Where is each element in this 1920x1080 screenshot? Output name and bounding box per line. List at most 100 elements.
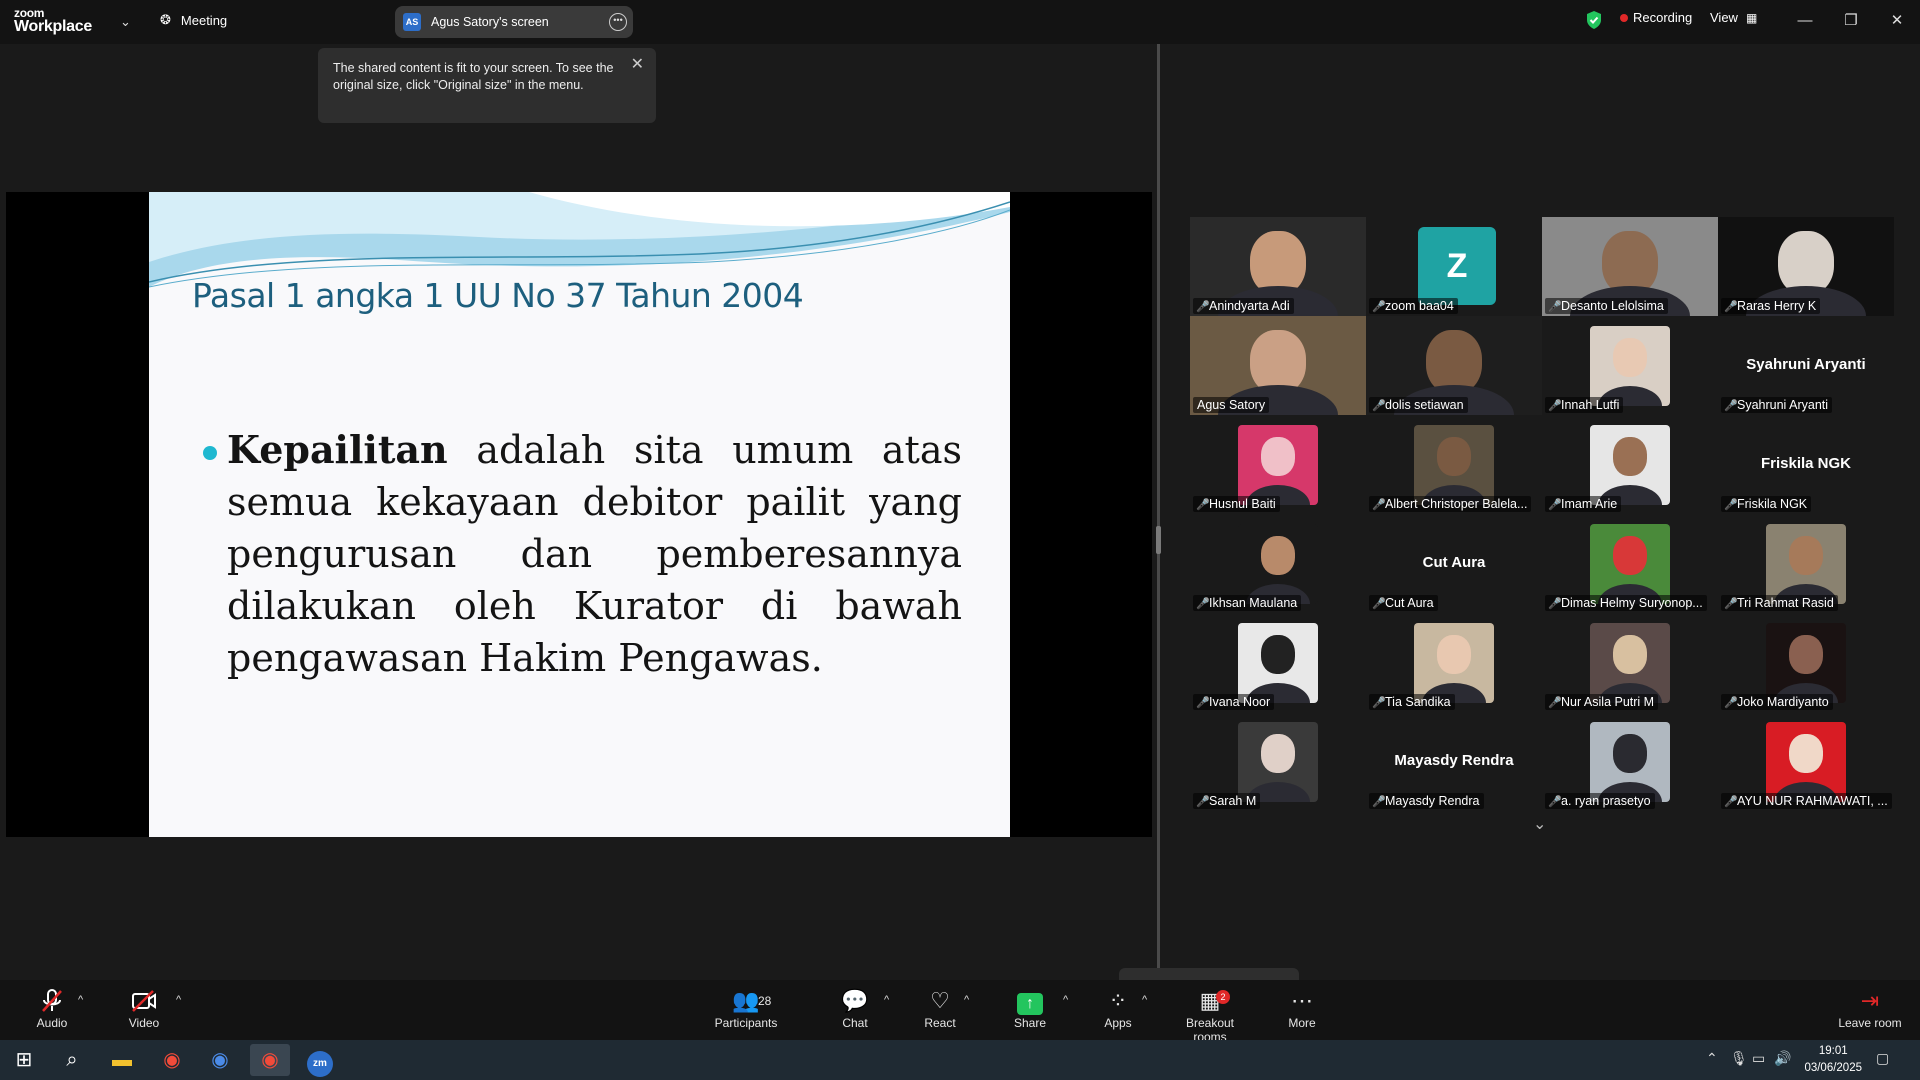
participant-name-label: 🎤 Cut Aura	[1369, 595, 1438, 611]
more-options-icon[interactable]: •••	[609, 13, 627, 31]
participant-tile[interactable]: 🎤 a. ryan prasetyo	[1542, 712, 1718, 811]
presentation-slide: Pasal 1 angka 1 UU No 37 Tahun 2004 Kepa…	[149, 192, 1010, 837]
participant-video	[1414, 623, 1494, 703]
notifications-icon[interactable]: ▢	[1876, 1050, 1889, 1067]
participant-tile[interactable]: 🎤 AYU NUR RAHMAWATI, ...	[1718, 712, 1894, 811]
participant-tile[interactable]: Mayasdy Rendra 🎤 Mayasdy Rendra	[1366, 712, 1542, 811]
close-icon[interactable]: ✕	[631, 56, 644, 73]
browser-icon[interactable]: ◉	[200, 1044, 240, 1076]
participant-name-label: 🎤 Imam Arie	[1545, 496, 1622, 512]
chevron-down-icon[interactable]: ⌄	[1533, 814, 1546, 834]
slide-bold-term: Kepailitan	[227, 427, 448, 472]
participant-tile[interactable]: 🎤 dolis setiawan	[1366, 316, 1542, 415]
person-silhouette	[1613, 338, 1647, 378]
participant-tile[interactable]: 🎤 Raras Herry K	[1718, 217, 1894, 316]
shared-screen-label: Agus Satory's screen	[431, 15, 549, 29]
participant-tile[interactable]: 🎤 Albert Christoper Balela...	[1366, 415, 1542, 514]
muted-mic-icon: 🎤	[1548, 697, 1562, 709]
react-options-caret[interactable]: ^	[964, 994, 969, 1006]
participant-name: Syahruni Aryanti	[1737, 398, 1829, 412]
person-silhouette	[1613, 635, 1647, 675]
participant-name-label: 🎤 Dimas Helmy Suryonop...	[1545, 595, 1707, 611]
microphone-tray-icon[interactable]: 🎙	[1730, 1050, 1748, 1067]
windows-start-icon[interactable]: ⊞	[4, 1044, 44, 1076]
participant-tile[interactable]: Z 🎤 zoom baa04	[1366, 217, 1542, 316]
shared-screen-pill[interactable]: AS Agus Satory's screen •••	[395, 6, 633, 38]
shared-screen-view[interactable]: Pasal 1 angka 1 UU No 37 Tahun 2004 Kepa…	[6, 192, 1152, 837]
participant-name: Nur Asila Putri M	[1561, 695, 1655, 709]
participant-tile[interactable]: 🎤 Tri Rahmat Rasid	[1718, 514, 1894, 613]
split-divider[interactable]	[1157, 44, 1160, 980]
search-icon[interactable]: ⌕	[52, 1044, 92, 1076]
participant-name: Desanto Lelolsima	[1561, 299, 1664, 313]
muted-mic-icon: 🎤	[1724, 301, 1738, 313]
participant-tile[interactable]: 🎤 Husnul Baiti	[1190, 415, 1366, 514]
participant-tile[interactable]: 🎤 Dimas Helmy Suryonop...	[1542, 514, 1718, 613]
participant-tile[interactable]: Cut Aura 🎤 Cut Aura	[1366, 514, 1542, 613]
participant-video	[1238, 722, 1318, 802]
participant-name: Ivana Noor	[1209, 695, 1271, 709]
volume-tray-icon[interactable]: 🔊	[1774, 1050, 1791, 1067]
network-tray-icon[interactable]: ▭	[1752, 1050, 1765, 1067]
slide-title: Pasal 1 angka 1 UU No 37 Tahun 2004	[192, 276, 804, 315]
muted-mic-icon: 🎤	[1548, 499, 1562, 511]
participant-tile[interactable]: 🎤 Joko Mardiyanto	[1718, 613, 1894, 712]
participant-name: Ikhsan Maulana	[1209, 596, 1298, 610]
more-button[interactable]: ⋯ More	[1262, 988, 1342, 1030]
participant-tile[interactable]: Syahruni Aryanti 🎤 Syahruni Aryanti	[1718, 316, 1894, 415]
participant-tile[interactable]: 🎤 Tia Sandika	[1366, 613, 1542, 712]
security-shield-icon[interactable]	[1585, 10, 1603, 30]
participant-video	[1766, 722, 1846, 802]
windows-taskbar: ⊞ ⌕ ▬ ◉ ◉ ◉ zm ⌃ 🎙 ▭ 🔊 19:01 03/06/2025 …	[0, 1040, 1920, 1080]
participant-name: Joko Mardiyanto	[1737, 695, 1829, 709]
chrome-active-icon[interactable]: ◉	[250, 1044, 290, 1076]
participant-name-label: 🎤 dolis setiawan	[1369, 397, 1468, 413]
zoom-taskbar-icon[interactable]: zm	[300, 1044, 340, 1077]
audio-options-caret[interactable]: ^	[78, 994, 83, 1006]
chevron-down-icon[interactable]: ⌄	[120, 14, 131, 30]
restore-button[interactable]: ❐	[1836, 8, 1866, 34]
breakout-rooms-button[interactable]: ▦ 2 Breakout rooms	[1168, 988, 1252, 1044]
minimize-button[interactable]: —	[1790, 8, 1820, 34]
share-button[interactable]: ↑ Share	[990, 988, 1070, 1030]
chat-button[interactable]: 💬 Chat	[815, 988, 895, 1030]
participant-tile[interactable]: 🎤 Desanto Lelolsima	[1542, 217, 1718, 316]
participant-tile[interactable]: 🎤 Anindyarta Adi	[1190, 217, 1366, 316]
divider-handle[interactable]	[1156, 526, 1161, 554]
video-button[interactable]: Video	[104, 988, 184, 1030]
meeting-info-button[interactable]: ❂ Meeting	[160, 12, 227, 28]
leave-room-button[interactable]: ⇥ Leave room	[1830, 988, 1910, 1030]
participant-tile[interactable]: 🎤 Nur Asila Putri M	[1542, 613, 1718, 712]
participant-name: AYU NUR RAHMAWATI, ...	[1737, 794, 1888, 808]
muted-mic-icon: 🎤	[1724, 697, 1738, 709]
participant-name: Friskila NGK	[1737, 497, 1808, 511]
participants-button[interactable]: 👥 28 Participants	[706, 988, 786, 1030]
share-options-caret[interactable]: ^	[1063, 994, 1068, 1006]
participant-name-label: 🎤 AYU NUR RAHMAWATI, ...	[1721, 793, 1892, 809]
chat-options-caret[interactable]: ^	[884, 994, 889, 1006]
muted-mic-icon: 🎤	[1724, 499, 1738, 511]
video-options-caret[interactable]: ^	[176, 994, 181, 1006]
muted-mic-icon: 🎤	[1548, 598, 1562, 610]
participant-name: Cut Aura	[1385, 596, 1434, 610]
participant-tile[interactable]: 🎤 Sarah M	[1190, 712, 1366, 811]
close-button[interactable]: ✕	[1882, 8, 1912, 34]
participant-name-label: 🎤 Mayasdy Rendra	[1369, 793, 1484, 809]
participant-display-name: Mayasdy Rendra	[1394, 752, 1514, 769]
participant-tile[interactable]: 🎤 Innah Lutfi	[1542, 316, 1718, 415]
apps-options-caret[interactable]: ^	[1142, 994, 1147, 1006]
participant-tile[interactable]: 🎤 Ivana Noor	[1190, 613, 1366, 712]
participant-tile[interactable]: Agus Satory	[1190, 316, 1366, 415]
participant-tile[interactable]: Friskila NGK 🎤 Friskila NGK	[1718, 415, 1894, 514]
participant-name: Sarah M	[1209, 794, 1257, 808]
muted-mic-icon: 🎤	[1372, 499, 1386, 511]
system-clock[interactable]: 19:01 03/06/2025	[1804, 1043, 1862, 1077]
file-explorer-icon[interactable]: ▬	[102, 1044, 142, 1076]
view-button[interactable]: View ▦	[1710, 10, 1757, 25]
participant-tile[interactable]: 🎤 Imam Arie	[1542, 415, 1718, 514]
recording-indicator[interactable]: Recording	[1620, 10, 1692, 25]
chrome-icon[interactable]: ◉	[152, 1044, 192, 1076]
tray-expand-icon[interactable]: ⌃	[1706, 1050, 1718, 1067]
participant-tile[interactable]: 🎤 Ikhsan Maulana	[1190, 514, 1366, 613]
participant-display-name: Friskila NGK	[1760, 455, 1852, 472]
